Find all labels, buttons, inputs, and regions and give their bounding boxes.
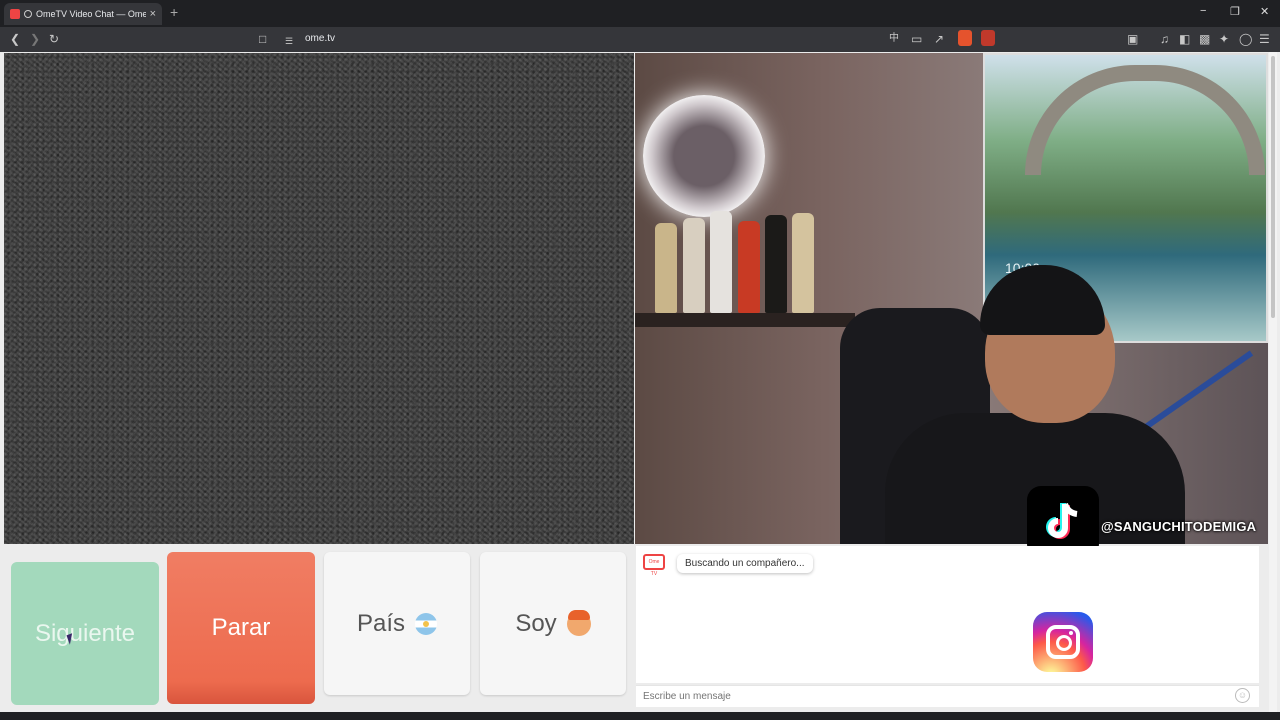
own-webcam-feed: 10:00 [635,53,1268,544]
cast-icon[interactable]: ▭ [911,32,922,46]
audio-playing-icon[interactable] [24,10,32,18]
window-bottom-edge [0,712,1280,720]
media-icon[interactable]: ♫ [1160,32,1169,46]
wallet-icon[interactable]: ▩ [1199,32,1210,46]
sidebar-icon[interactable]: ◧ [1179,32,1190,46]
boy-emoji-icon [566,609,591,636]
moon-lamp [643,95,765,217]
argentina-flag-icon [415,612,438,635]
instagram-icon [1033,612,1093,672]
next-button[interactable]: Siguiente [11,562,159,705]
shelf [635,313,855,327]
share-icon[interactable]: ↗ [934,32,944,46]
browser-toolbar: ❮ ❯ ↻ □ ☰ ome.tv 中 ▭ ↗ ▣ ♫ ◧ ▩ ✦ ◯ ☰ [0,27,1280,52]
tab-close-icon[interactable]: × [150,8,156,20]
bottle [683,218,705,313]
bookmark-icon[interactable]: □ [259,32,266,46]
vpn-icon[interactable]: ◯ [1239,32,1252,46]
tab-strip: OmeTV Video Chat — Omeg × + − ❐ ✕ [0,0,1280,27]
message-input[interactable] [636,685,1259,707]
new-tab-button[interactable]: + [170,4,178,20]
translate-icon[interactable]: 中 [889,32,899,46]
bottle [738,221,760,313]
bridge [1025,65,1265,175]
bottle [792,213,814,313]
close-window-button[interactable]: ✕ [1260,5,1269,18]
bottle [765,215,787,313]
brave-rewards-icon[interactable] [981,30,995,46]
bottle [655,223,677,313]
scrollbar-thumb[interactable] [1271,56,1275,318]
screenshot-icon[interactable]: ▣ [1127,32,1138,46]
country-button-label: País [356,609,406,637]
gender-button-label: Soy [515,609,557,637]
country-button[interactable]: País [324,552,470,695]
stop-button-label: Parar [211,614,271,641]
reload-icon[interactable]: ↻ [49,32,59,46]
chat-panel: Ome TV Buscando un compañero... [636,546,1259,683]
bottle [710,211,732,313]
minimize-button[interactable]: − [1200,5,1206,17]
page: 10:00 @SANGUCHITODEMIGA Siguiente Parar … [0,52,1280,720]
tiktok-handle: @SANGUCHITODEMIGA [1101,519,1257,534]
brave-shields-icon[interactable] [958,30,972,46]
stop-button[interactable]: Parar [167,552,315,704]
back-icon[interactable]: ❮ [10,32,20,46]
gender-button[interactable]: Soy [480,552,626,695]
tab-title: OmeTV Video Chat — Omeg [36,9,146,19]
stranger-video-feed [4,53,634,544]
leo-icon[interactable]: ✦ [1219,32,1229,46]
restore-button[interactable]: ❐ [1230,5,1240,18]
status-message: Buscando un compañero... [677,554,813,573]
site-info-icon[interactable]: ☰ [285,34,293,48]
browser-tab[interactable]: OmeTV Video Chat — Omeg × [4,3,162,25]
ometv-favicon-icon [10,9,20,19]
emoji-button-icon[interactable]: ☺ [1235,688,1250,703]
next-button-label: Siguiente [34,619,136,647]
menu-icon[interactable]: ☰ [1259,32,1270,46]
forward-icon[interactable]: ❯ [30,32,40,46]
address-bar[interactable]: ome.tv [305,33,335,44]
ometv-logo-icon: Ome TV [643,554,665,577]
